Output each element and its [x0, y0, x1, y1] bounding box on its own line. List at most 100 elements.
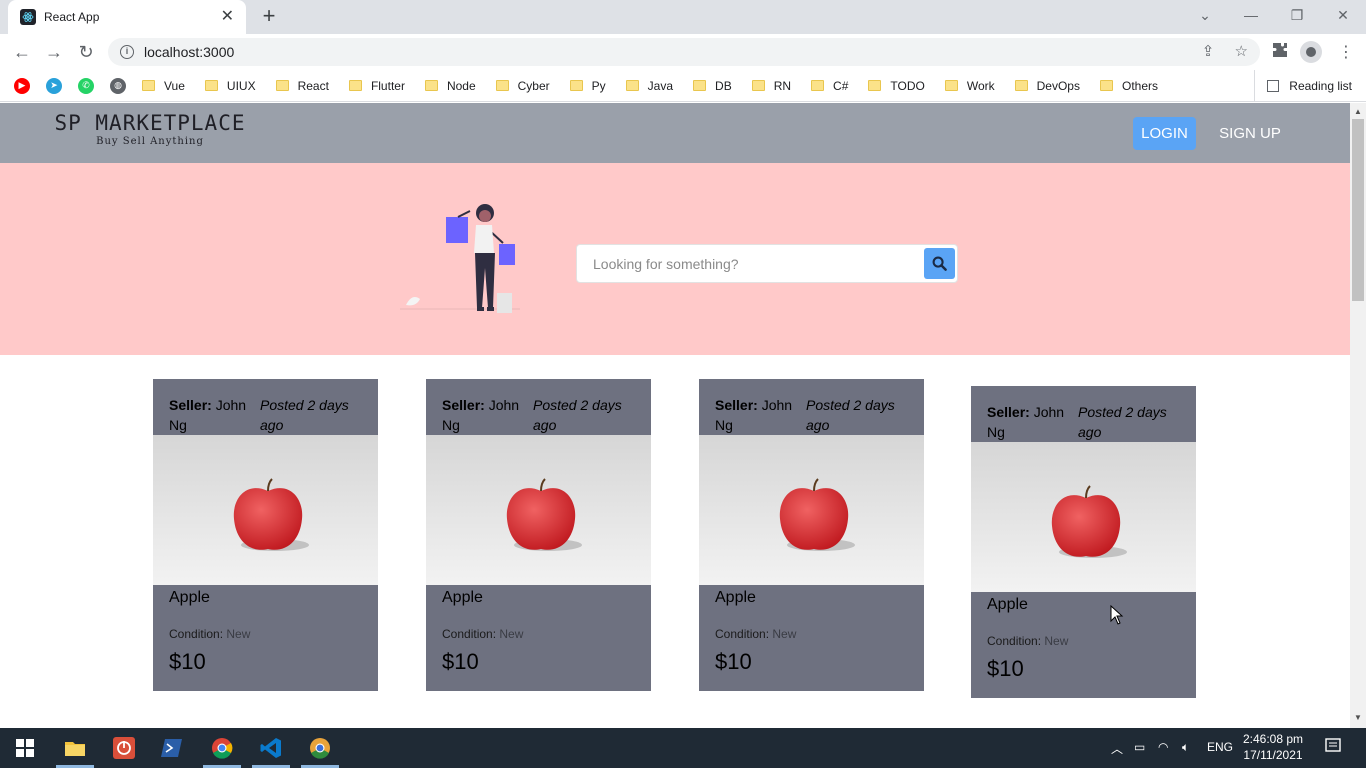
language-indicator[interactable]: ENG — [1207, 740, 1233, 754]
windows-taskbar: ︿ ▭ ◠ 🔈︎ ENG 2:46:08 pm 17/11/2021 — [0, 728, 1366, 768]
product-title[interactable]: Apple — [987, 596, 1028, 614]
bookmark-rn[interactable]: RN — [751, 79, 791, 93]
address-bar[interactable]: i localhost:3000 ⇪ ☆ — [108, 38, 1260, 66]
search-icon — [932, 256, 947, 271]
browser-tab[interactable]: React App ✕ — [8, 0, 246, 34]
minimize-icon[interactable]: — — [1228, 4, 1274, 26]
page-scrollbar[interactable]: ▲ ▼ — [1350, 103, 1366, 728]
seller-label: Seller: — [715, 397, 758, 413]
bookmark-react[interactable]: React — [275, 79, 329, 93]
file-explorer-icon[interactable] — [63, 736, 87, 760]
youtube-icon[interactable]: ▶ — [14, 77, 30, 94]
login-button[interactable]: LOGIN — [1133, 117, 1196, 150]
product-title[interactable]: Apple — [169, 589, 210, 607]
globe-icon[interactable]: ◍ — [110, 77, 126, 94]
site-info-icon[interactable]: i — [120, 45, 134, 59]
notifications-icon[interactable] — [1325, 738, 1341, 757]
logo-title: SP MARKETPLACE — [54, 111, 246, 135]
forward-icon[interactable]: → — [42, 40, 66, 64]
restore-icon[interactable]: ❐ — [1274, 4, 1320, 26]
bookmark-todo[interactable]: TODO — [868, 79, 925, 93]
bookmark-cyber[interactable]: Cyber — [495, 79, 550, 93]
listing-card[interactable]: Seller: John Ng Posted 2 days ago Apple … — [699, 379, 924, 691]
seller-label: Seller: — [987, 404, 1030, 420]
product-image[interactable] — [153, 435, 378, 585]
chrome-icon[interactable] — [210, 736, 234, 760]
shopping-woman-illustration — [400, 204, 520, 313]
folder-icon — [944, 80, 958, 91]
folder-icon — [348, 80, 362, 91]
bookmark-node[interactable]: Node — [424, 79, 476, 93]
bookmark-uiux[interactable]: UIUX — [204, 79, 256, 93]
site-logo[interactable]: SP MARKETPLACE Buy Sell Anything — [44, 111, 256, 147]
condition-value: New — [499, 627, 524, 641]
bookmark-star-icon[interactable]: ☆ — [1235, 43, 1248, 60]
product-image[interactable] — [426, 435, 651, 585]
chrome-canary-icon[interactable] — [308, 736, 332, 760]
wifi-icon[interactable]: ◠ — [1158, 740, 1168, 754]
bookmark-others[interactable]: Others — [1099, 79, 1158, 93]
powershell-icon[interactable] — [160, 736, 184, 760]
share-icon[interactable]: ⇪ — [1202, 43, 1215, 60]
bookmark-work[interactable]: Work — [944, 79, 995, 93]
scroll-down-icon[interactable]: ▼ — [1354, 713, 1362, 722]
search-input[interactable] — [577, 245, 917, 282]
clock-date: 17/11/2021 — [1243, 748, 1303, 762]
tab-search-icon[interactable]: ⌄ — [1182, 4, 1228, 26]
extensions-icon[interactable] — [1272, 42, 1288, 63]
product-image[interactable] — [971, 442, 1196, 592]
search-button[interactable] — [924, 248, 955, 279]
card-header: Seller: John Ng Posted 2 days ago — [699, 379, 924, 435]
folder-icon — [1099, 80, 1113, 91]
folder-icon — [495, 80, 509, 91]
product-price: $10 — [715, 649, 752, 674]
card-header: Seller: John Ng Posted 2 days ago — [426, 379, 651, 435]
power-app-icon[interactable] — [112, 736, 136, 760]
telegram-icon[interactable]: ➤ — [46, 77, 62, 94]
taskbar-clock[interactable]: 2:46:08 pm 17/11/2021 — [1236, 731, 1310, 763]
bookmark-flutter[interactable]: Flutter — [348, 79, 405, 93]
battery-icon[interactable]: ▭ — [1134, 740, 1145, 754]
bookmark-devops[interactable]: DevOps — [1014, 79, 1080, 93]
scroll-up-icon[interactable]: ▲ — [1354, 107, 1362, 116]
volume-icon[interactable]: 🔈︎ — [1182, 740, 1189, 755]
reload-icon[interactable]: ↻ — [74, 40, 98, 64]
menu-kebab-icon[interactable]: ⋮ — [1338, 42, 1354, 62]
react-favicon-icon — [20, 9, 36, 25]
whatsapp-icon[interactable]: ✆ — [78, 77, 94, 94]
folder-icon — [204, 80, 218, 91]
tray-chevron-icon[interactable]: ︿ — [1111, 740, 1123, 757]
listing-card[interactable]: Seller: John Ng Posted 2 days ago Apple … — [153, 379, 378, 691]
signup-button[interactable]: SIGN UP — [1210, 117, 1290, 150]
windows-start-icon[interactable] — [13, 736, 37, 760]
bookmark-db[interactable]: DB — [693, 79, 732, 93]
posted-date: Posted 2 days ago — [260, 397, 349, 433]
product-title[interactable]: Apple — [715, 589, 756, 607]
product-condition: Condition: New — [987, 634, 1068, 648]
folder-icon — [1014, 80, 1028, 91]
bookmark-java[interactable]: Java — [625, 79, 673, 93]
new-tab-icon[interactable]: + — [258, 5, 280, 28]
product-title[interactable]: Apple — [442, 589, 483, 607]
folder-icon — [811, 80, 825, 91]
bookmark-csharp[interactable]: C# — [811, 79, 848, 93]
bookmark-py[interactable]: Py — [569, 79, 606, 93]
tab-close-icon[interactable]: ✕ — [221, 9, 234, 25]
browser-toolbar: ← → ↻ i localhost:3000 ⇪ ☆ ⋮ — [0, 34, 1366, 70]
back-icon[interactable]: ← — [10, 40, 34, 64]
logo-tagline: Buy Sell Anything — [96, 136, 204, 147]
posted-date: Posted 2 days ago — [1078, 404, 1167, 440]
profile-avatar-icon[interactable] — [1300, 41, 1322, 63]
bookmark-vue[interactable]: Vue — [142, 79, 185, 93]
window-close-icon[interactable]: ✕ — [1320, 4, 1366, 26]
bookmarks-bar: ▶ ➤ ✆ ◍ Vue UIUX React Flutter Node Cybe… — [0, 70, 1366, 102]
listing-card[interactable]: Seller: John Ng Posted 2 days ago Apple … — [971, 386, 1196, 698]
product-condition: Condition: New — [169, 627, 250, 641]
posted-date: Posted 2 days ago — [533, 397, 622, 433]
vscode-icon[interactable] — [259, 736, 283, 760]
scrollbar-thumb[interactable] — [1352, 119, 1364, 301]
condition-value: New — [226, 627, 251, 641]
product-image[interactable] — [699, 435, 924, 585]
listing-card[interactable]: Seller: John Ng Posted 2 days ago Apple … — [426, 379, 651, 691]
reading-list-button[interactable]: Reading list — [1254, 70, 1352, 102]
